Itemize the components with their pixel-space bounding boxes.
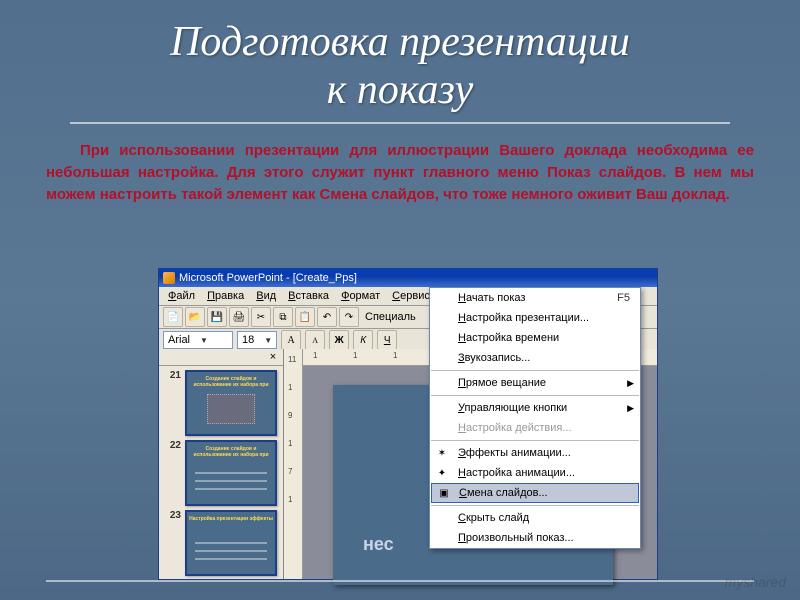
menu-item-label: Настройка действия... xyxy=(458,422,572,434)
thumb-number: 22 xyxy=(163,440,181,506)
italic-button[interactable]: К xyxy=(353,330,373,350)
print-icon[interactable]: 🖨 xyxy=(229,307,249,327)
redo-icon[interactable]: ↷ xyxy=(339,307,359,327)
vertical-ruler: 1119171 xyxy=(284,349,303,579)
menu-item-label: Скрыть слайд xyxy=(458,512,529,524)
thumb-row[interactable]: 23Настройка презентации эффекты xyxy=(163,510,279,576)
menu-Сервис[interactable]: Сервис xyxy=(387,289,435,303)
slideshow-menu-dropdown[interactable]: Начать показ F5 Настройка презентации... На… xyxy=(429,287,641,549)
thumb-preview[interactable]: Создание слайдов и использование их набо… xyxy=(185,440,277,506)
menu-item-label: Эффекты анимации... xyxy=(458,447,571,459)
slide-text-fragment: нес xyxy=(363,534,394,555)
menu-item[interactable]: Настройка презентации... xyxy=(430,308,640,328)
menu-item-label: Настройка времени xyxy=(458,332,559,344)
titlebar-text: Microsoft PowerPoint - [Create_Pps] xyxy=(179,272,357,284)
footer-rule xyxy=(46,580,754,582)
underline-button[interactable]: Ч xyxy=(377,330,397,350)
thumb-row[interactable]: 22Создание слайдов и использование их на… xyxy=(163,440,279,506)
save-icon[interactable]: 💾 xyxy=(207,307,227,327)
body-paragraph: При использовании презентации для иллюст… xyxy=(0,140,800,215)
title-underline xyxy=(70,122,730,124)
thumbnail-list: 21Создание слайдов и использование их на… xyxy=(159,366,283,579)
menu-separator xyxy=(431,505,639,506)
menu-Правка[interactable]: Правка xyxy=(202,289,249,303)
bold-button[interactable]: Ж xyxy=(329,330,349,350)
menu-Вид[interactable]: Вид xyxy=(251,289,281,303)
menu-item-icon: ▣ xyxy=(436,485,452,501)
submenu-arrow-icon: ▶ xyxy=(627,378,634,389)
submenu-arrow-icon: ▶ xyxy=(627,403,634,414)
menu-item[interactable]: ▣ Смена слайдов... xyxy=(431,483,639,503)
menu-item[interactable]: ✶ Эффекты анимации... xyxy=(430,443,640,463)
watermark: myshared xyxy=(725,574,786,590)
undo-icon[interactable]: ↶ xyxy=(317,307,337,327)
thumb-number: 23 xyxy=(163,510,181,576)
menu-item-icon: ✶ xyxy=(434,445,450,461)
thumb-row[interactable]: 21Создание слайдов и использование их на… xyxy=(163,370,279,436)
menu-item-label: Прямое вещание xyxy=(458,377,546,389)
cut-icon[interactable]: ✂ xyxy=(251,307,271,327)
menu-item[interactable]: Звукозапись... xyxy=(430,348,640,368)
menu-item: Настройка действия... xyxy=(430,418,640,438)
menu-separator xyxy=(431,395,639,396)
menu-shortcut: F5 xyxy=(617,292,630,304)
paste-icon[interactable]: 📋 xyxy=(295,307,315,327)
menu-item-label: Управляющие кнопки xyxy=(458,402,567,414)
menu-item[interactable]: Скрыть слайд xyxy=(430,508,640,528)
slide-title: Подготовка презентации к показу xyxy=(0,0,800,122)
menu-item-label: Начать показ xyxy=(458,292,525,304)
menu-item-label: Настройка презентации... xyxy=(458,312,589,324)
thumb-preview[interactable]: Настройка презентации эффекты xyxy=(185,510,277,576)
menu-item-icon: ✦ xyxy=(434,465,450,481)
shrink-font-icon[interactable]: A xyxy=(305,330,325,350)
menu-item[interactable]: Произвольный показ... xyxy=(430,528,640,548)
grow-font-icon[interactable]: A xyxy=(281,330,301,350)
toolbar-special-label[interactable]: Специаль xyxy=(365,311,416,323)
menu-item[interactable]: Прямое вещание ▶ xyxy=(430,373,640,393)
font-name-combo[interactable]: Arial▼ xyxy=(163,331,233,349)
menu-item-label: Звукозапись... xyxy=(458,352,530,364)
thumb-preview[interactable]: Создание слайдов и использование их набо… xyxy=(185,370,277,436)
menu-item-label: Смена слайдов... xyxy=(459,487,548,499)
outline-pane[interactable]: × 21Создание слайдов и использование их … xyxy=(159,349,284,579)
menu-separator xyxy=(431,370,639,371)
menu-item-label: Настройка анимации... xyxy=(458,467,575,479)
menu-Файл[interactable]: Файл xyxy=(163,289,200,303)
titlebar: Microsoft PowerPoint - [Create_Pps] xyxy=(159,269,657,287)
close-icon[interactable]: × xyxy=(267,351,279,363)
app-icon xyxy=(163,272,175,284)
copy-icon[interactable]: ⧉ xyxy=(273,307,293,327)
menu-Формат[interactable]: Формат xyxy=(336,289,385,303)
menu-Вставка[interactable]: Вставка xyxy=(283,289,334,303)
menu-item[interactable]: ✦ Настройка анимации... xyxy=(430,463,640,483)
thumb-number: 21 xyxy=(163,370,181,436)
powerpoint-window: Microsoft PowerPoint - [Create_Pps] Файл… xyxy=(158,268,658,580)
menu-separator xyxy=(431,440,639,441)
new-icon[interactable]: 📄 xyxy=(163,307,183,327)
menu-item[interactable]: Начать показ F5 xyxy=(430,288,640,308)
menu-item-label: Произвольный показ... xyxy=(458,532,574,544)
open-icon[interactable]: 📂 xyxy=(185,307,205,327)
font-size-combo[interactable]: 18▼ xyxy=(237,331,277,349)
menu-item[interactable]: Настройка времени xyxy=(430,328,640,348)
menu-item[interactable]: Управляющие кнопки ▶ xyxy=(430,398,640,418)
